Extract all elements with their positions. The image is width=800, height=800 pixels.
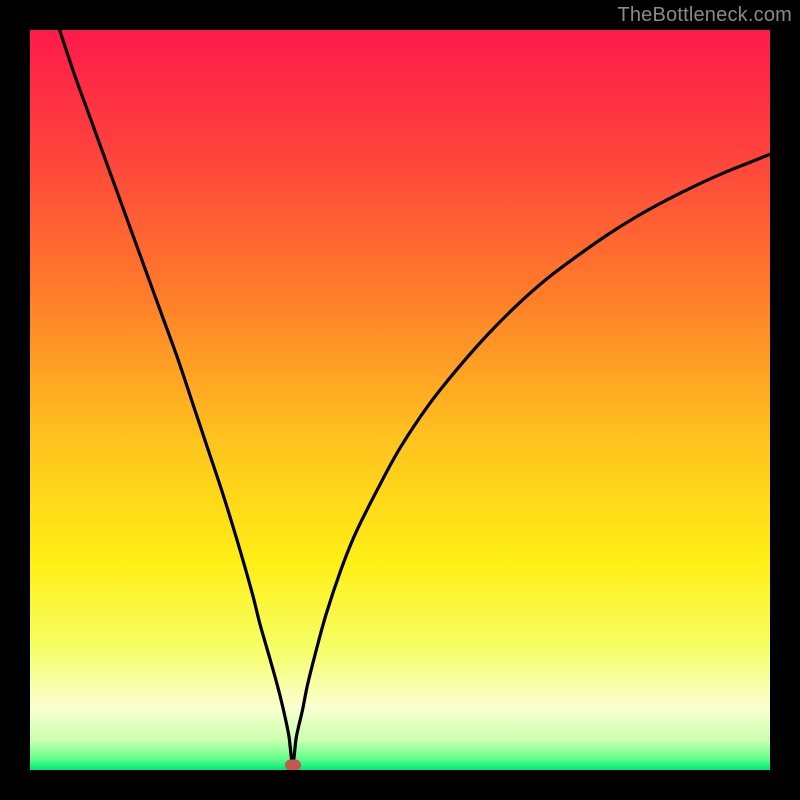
bottleneck-curve: [30, 30, 770, 770]
plot-area: [30, 30, 770, 770]
optimal-point-marker: [285, 760, 301, 771]
chart-frame: TheBottleneck.com: [0, 0, 800, 800]
watermark-text: TheBottleneck.com: [617, 4, 792, 27]
